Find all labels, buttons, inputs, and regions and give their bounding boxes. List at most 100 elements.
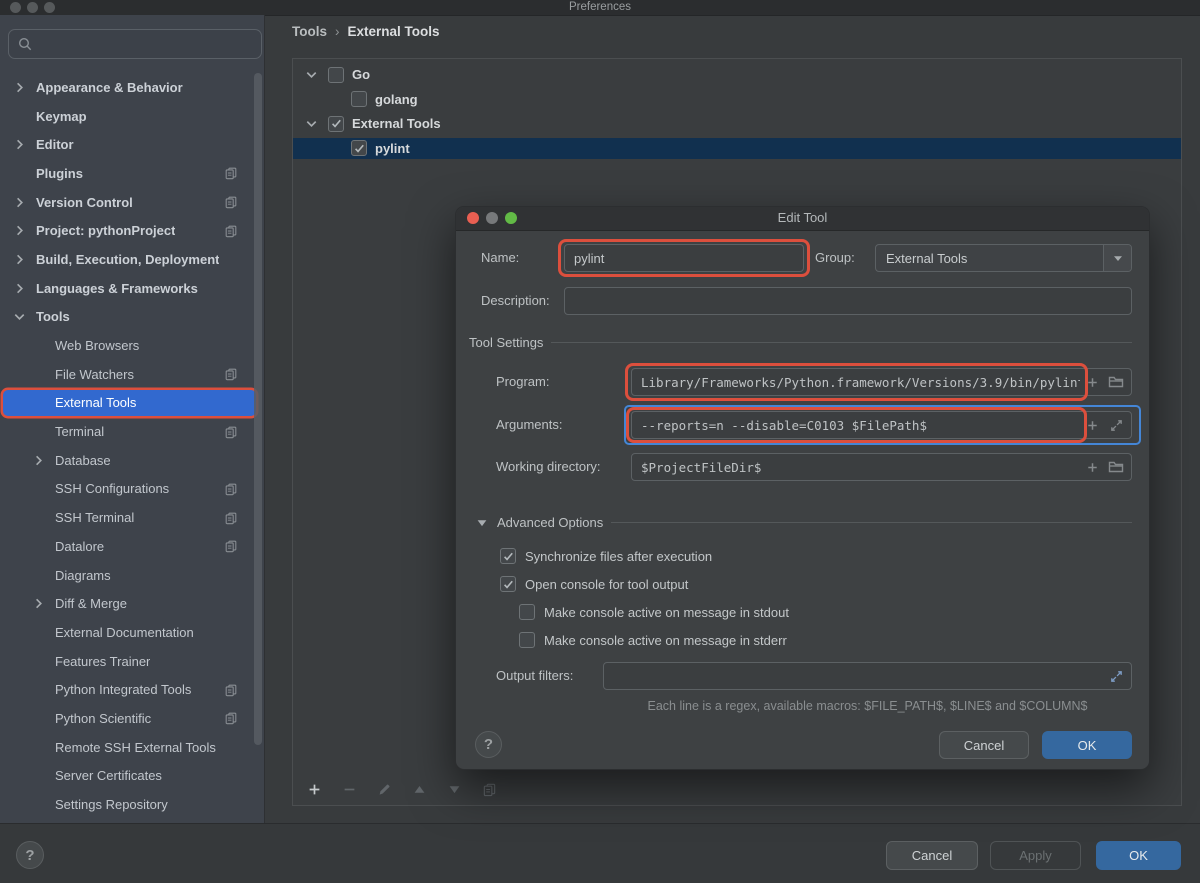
sidebar-item-tools[interactable]: Tools <box>0 303 264 332</box>
sidebar-item-appearance-behavior[interactable]: Appearance & Behavior <box>0 73 264 102</box>
tree-row-pylint[interactable]: pylint <box>293 137 1181 159</box>
cancel-button[interactable]: Cancel <box>886 841 978 870</box>
sidebar-item-project-pythonproject[interactable]: Project: pythonProject <box>0 216 264 245</box>
chevron-down-icon[interactable] <box>304 116 319 131</box>
sidebar-scrollbar[interactable] <box>254 73 262 745</box>
ok-button[interactable]: OK <box>1096 841 1181 870</box>
group-value: External Tools <box>886 250 968 266</box>
help-button[interactable]: ? <box>16 841 44 869</box>
override-settings-icon <box>224 224 238 238</box>
group-dropdown[interactable]: External Tools <box>875 244 1132 272</box>
sidebar-item-database[interactable]: Database <box>0 446 264 475</box>
dialog-cancel-button[interactable]: Cancel <box>939 731 1029 759</box>
chevron-down-icon[interactable] <box>12 309 27 324</box>
chevron-right-icon[interactable] <box>12 281 27 296</box>
tree-checkbox[interactable] <box>351 140 367 157</box>
option-checkbox[interactable] <box>500 548 516 564</box>
option-row-make-console-active-on-message-in-stderr: Make console active on message in stderr <box>500 626 789 654</box>
sidebar-item-external-tools[interactable]: External Tools <box>0 389 264 418</box>
chevron-right-icon[interactable] <box>12 137 27 152</box>
name-field[interactable]: pylint <box>564 244 804 272</box>
dialog-help-button[interactable]: ? <box>475 731 502 758</box>
chevron-right-icon[interactable] <box>31 596 46 611</box>
sidebar-item-label: Tools <box>36 309 70 325</box>
sidebar-item-chevron <box>12 223 36 238</box>
sidebar-item-label: Diagrams <box>55 567 111 583</box>
option-checkbox[interactable] <box>519 604 535 620</box>
sidebar-item-file-watchers[interactable]: File Watchers <box>0 360 264 389</box>
option-checkbox[interactable] <box>519 632 535 648</box>
sidebar-item-version-control[interactable]: Version Control <box>0 188 264 217</box>
tree-checkbox[interactable] <box>328 115 344 132</box>
output-filters-field[interactable] <box>603 662 1132 690</box>
search-input[interactable] <box>8 29 262 59</box>
chevron-right-icon[interactable] <box>31 453 46 468</box>
sidebar-item-settings-repository[interactable]: Settings Repository <box>0 790 264 819</box>
apply-button[interactable]: Apply <box>990 841 1081 870</box>
sidebar-item-python-integrated-tools[interactable]: Python Integrated Tools <box>0 675 264 704</box>
sidebar-item-datalore[interactable]: Datalore <box>0 532 264 561</box>
tree-checkbox[interactable] <box>328 66 344 83</box>
sidebar-item-diff-merge[interactable]: Diff & Merge <box>0 589 264 618</box>
override-settings-icon <box>224 195 238 209</box>
copy-icon[interactable] <box>482 782 497 797</box>
sidebar-item-label: Python Scientific <box>55 710 152 726</box>
chevron-down-icon[interactable] <box>304 67 319 82</box>
collapse-triangle-icon[interactable] <box>475 516 489 530</box>
browse-folder-icon[interactable] <box>1104 374 1128 390</box>
advanced-options-section[interactable]: Advanced Options <box>475 515 1132 530</box>
description-field[interactable] <box>564 287 1132 315</box>
program-field[interactable]: Library/Frameworks/Python.framework/Vers… <box>631 368 1132 396</box>
override-settings-icon <box>224 711 238 725</box>
tree-row-go[interactable]: Go <box>293 64 1181 85</box>
dialog-ok-button[interactable]: OK <box>1042 731 1132 759</box>
sidebar-item-ssh-configurations[interactable]: SSH Configurations <box>0 475 264 504</box>
move-down-icon[interactable] <box>447 782 462 797</box>
sidebar-item-remote-ssh-external-tools[interactable]: Remote SSH External Tools <box>0 733 264 762</box>
chevron-right-icon[interactable] <box>12 195 27 210</box>
sidebar-item-keymap[interactable]: Keymap <box>0 102 264 131</box>
sidebar-item-plugins[interactable]: Plugins <box>0 159 264 188</box>
tree-checkbox[interactable] <box>351 91 367 108</box>
remove-icon[interactable] <box>342 782 357 797</box>
sidebar-item-chevron <box>12 309 36 324</box>
sidebar-item-diagrams[interactable]: Diagrams <box>0 561 264 590</box>
insert-macro-icon[interactable] <box>1080 460 1104 475</box>
breadcrumb-tools[interactable]: Tools <box>292 24 327 39</box>
insert-macro-icon[interactable] <box>1080 375 1104 390</box>
tree-row-external-tools[interactable]: External Tools <box>293 113 1181 134</box>
insert-macro-icon[interactable] <box>1080 418 1104 433</box>
sidebar-item-ssh-terminal[interactable]: SSH Terminal <box>0 503 264 532</box>
sidebar-item-label: Plugins <box>36 165 83 181</box>
sidebar-item-label: Diff & Merge <box>55 596 128 612</box>
sidebar-item-web-browsers[interactable]: Web Browsers <box>0 331 264 360</box>
sidebar-item-languages-frameworks[interactable]: Languages & Frameworks <box>0 274 264 303</box>
chevron-right-icon[interactable] <box>12 252 27 267</box>
edit-icon[interactable] <box>377 782 392 797</box>
chevron-down-icon[interactable] <box>1103 245 1131 271</box>
chevron-right-icon[interactable] <box>12 80 27 95</box>
sidebar-item-external-documentation[interactable]: External Documentation <box>0 618 264 647</box>
chevron-right-icon[interactable] <box>12 223 27 238</box>
expand-field-icon[interactable] <box>1104 418 1128 433</box>
sidebar-item-build-execution-deployment[interactable]: Build, Execution, Deployment <box>0 245 264 274</box>
sidebar-item-label: Server Certificates <box>55 768 162 784</box>
output-filters-hint: Each line is a regex, available macros: … <box>647 699 1088 713</box>
move-up-icon[interactable] <box>412 782 427 797</box>
option-checkbox[interactable] <box>500 576 516 592</box>
sidebar-item-chevron <box>12 281 36 296</box>
browse-folder-icon[interactable] <box>1104 459 1128 475</box>
sidebar-item-python-scientific[interactable]: Python Scientific <box>0 704 264 733</box>
sidebar-item-server-certificates[interactable]: Server Certificates <box>0 762 264 791</box>
sidebar-item-editor[interactable]: Editor <box>0 130 264 159</box>
expand-field-icon[interactable] <box>1104 669 1128 684</box>
working-directory-field[interactable]: $ProjectFileDir$ <box>631 453 1132 481</box>
add-icon[interactable] <box>307 782 322 797</box>
sidebar-item-features-trainer[interactable]: Features Trainer <box>0 647 264 676</box>
arguments-field[interactable]: --reports=n --disable=C0103 $FilePath$ <box>631 411 1132 439</box>
override-settings-icon <box>224 367 238 381</box>
sidebar-item-label: Appearance & Behavior <box>36 79 183 95</box>
tree-row-golang[interactable]: golang <box>293 89 1181 110</box>
sidebar-item-label: External Tools <box>55 395 137 411</box>
sidebar-item-terminal[interactable]: Terminal <box>0 417 264 446</box>
